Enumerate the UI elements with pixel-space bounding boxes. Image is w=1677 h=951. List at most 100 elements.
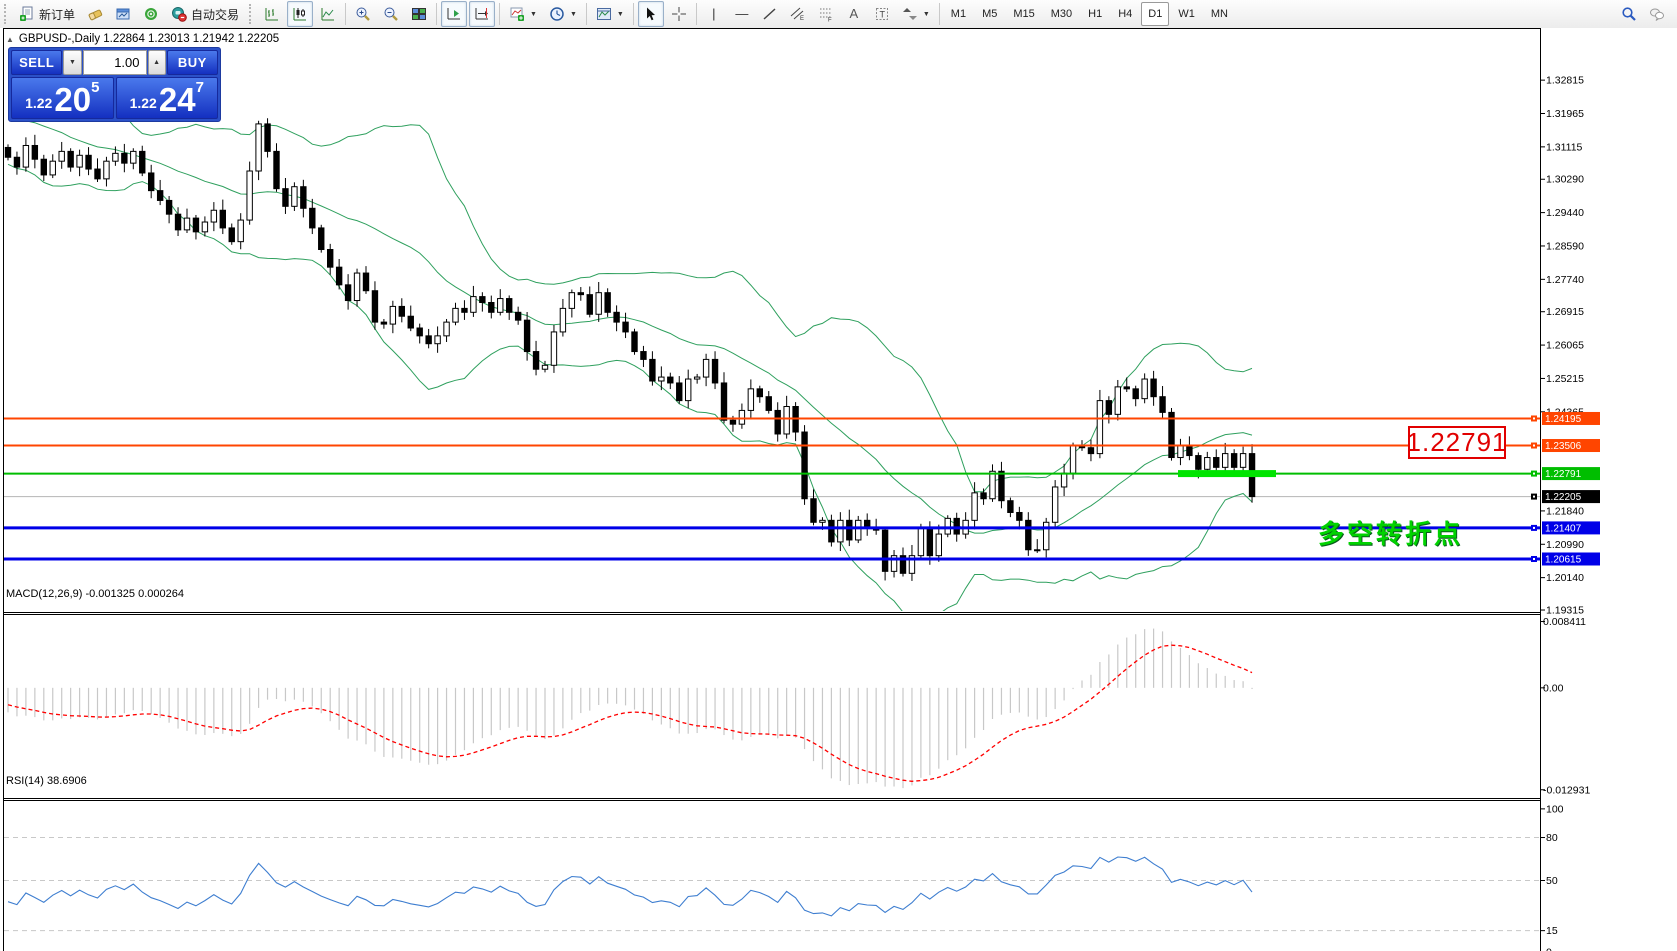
svg-text:1.28590: 1.28590	[1546, 240, 1584, 252]
one-click-trading-panel: SELL ▼ ▲ BUY 1.22 20 5 1.22 24 7	[8, 47, 221, 122]
fibonacci-button[interactable]: F	[813, 1, 839, 27]
svg-text:1.27740: 1.27740	[1546, 274, 1584, 286]
autotrading-button[interactable]: 自动交易	[166, 1, 244, 27]
chart-list-icon	[115, 6, 131, 22]
standard-group: 新订单 自动交易	[13, 1, 245, 27]
sell-price-pip: 5	[91, 79, 99, 96]
dropdown-icon: ▼	[617, 11, 624, 18]
timeframe-button-h4[interactable]: H4	[1111, 2, 1139, 26]
timeframe-button-mn[interactable]: MN	[1204, 2, 1235, 26]
zoom-in-button[interactable]	[350, 1, 376, 27]
trendline-button[interactable]	[757, 1, 783, 27]
svg-text:1.30290: 1.30290	[1546, 174, 1584, 186]
chart-shift-button[interactable]	[469, 1, 495, 27]
periods-button[interactable]: ▼	[544, 1, 582, 27]
line-chart-button[interactable]	[315, 1, 341, 27]
toolbar-grip[interactable]	[249, 4, 255, 24]
svg-text:80: 80	[1546, 832, 1558, 844]
macd-indicator-label: MACD(12,26,9) -0.001325 0.000264	[6, 588, 184, 600]
svg-text:F: F	[828, 18, 832, 23]
templates-icon	[596, 6, 612, 22]
svg-text:1.22791: 1.22791	[1545, 469, 1582, 480]
toolbar-grip[interactable]	[4, 4, 10, 24]
cursor-button[interactable]	[638, 1, 664, 27]
volume-input[interactable]	[83, 50, 147, 75]
svg-text:1.31965: 1.31965	[1546, 108, 1584, 120]
svg-text:1.20990: 1.20990	[1546, 539, 1584, 551]
timeframe-button-d1[interactable]: D1	[1141, 2, 1169, 26]
buy-price-prefix: 1.22	[130, 95, 157, 111]
sounds-button[interactable]	[138, 1, 164, 27]
timeframe-button-m30[interactable]: M30	[1044, 2, 1079, 26]
channel-icon: E	[790, 6, 806, 22]
bar-chart-icon	[264, 6, 280, 22]
equidistant-channel-button[interactable]: E	[785, 1, 811, 27]
svg-text:1.23506: 1.23506	[1545, 441, 1582, 452]
volume-up-button[interactable]: ▲	[148, 50, 166, 75]
timeframe-button-m15[interactable]: M15	[1006, 2, 1041, 26]
rsi-indicator-label: RSI(14) 38.6906	[6, 775, 87, 787]
text-label-button[interactable]: T	[869, 1, 895, 27]
timeframe-group: M1M5M15M30H1H4D1W1MN	[943, 1, 1236, 27]
svg-text:1.32815: 1.32815	[1546, 75, 1584, 87]
chat-button[interactable]	[1644, 1, 1670, 27]
new-chart-icon	[87, 6, 103, 22]
timeframe-button-m5[interactable]: M5	[975, 2, 1004, 26]
svg-text:0.008411: 0.008411	[1543, 616, 1586, 628]
text-button[interactable]: A	[841, 1, 867, 27]
svg-text:1.25215: 1.25215	[1546, 373, 1584, 385]
chart-shift-icon	[474, 6, 490, 22]
chat-icon	[1649, 6, 1665, 22]
svg-text:1.20615: 1.20615	[1545, 554, 1582, 565]
horizontal-line-button[interactable]: —	[729, 1, 755, 27]
zoom-group	[349, 1, 433, 27]
indicator-group: ▼ ▼	[503, 1, 583, 27]
search-button[interactable]	[1616, 1, 1642, 27]
toolbar-right	[1615, 1, 1671, 27]
crosshair-icon	[671, 6, 687, 22]
zoom-out-button[interactable]	[378, 1, 404, 27]
sell-price-big: 20	[54, 85, 91, 115]
new-order-label: 新订单	[39, 6, 75, 23]
sell-button[interactable]: SELL	[11, 50, 62, 75]
templates-button[interactable]: ▼	[591, 1, 629, 27]
arrows-button[interactable]: ▼	[897, 1, 935, 27]
vertical-line-button[interactable]: |	[701, 1, 727, 27]
bar-chart-button[interactable]	[259, 1, 285, 27]
new-order-icon	[19, 6, 35, 22]
svg-text:100: 100	[1546, 803, 1564, 815]
timeframe-button-w1[interactable]: W1	[1171, 2, 1202, 26]
new-chart-button[interactable]	[82, 1, 108, 27]
tile-windows-button[interactable]	[406, 1, 432, 27]
svg-text:1.31115: 1.31115	[1546, 141, 1583, 153]
buy-button[interactable]: BUY	[167, 50, 218, 75]
auto-scroll-button[interactable]	[441, 1, 467, 27]
sell-price-button[interactable]: 1.22 20 5	[11, 77, 114, 119]
sounds-icon	[143, 6, 159, 22]
buy-price-button[interactable]: 1.22 24 7	[116, 77, 219, 119]
chart-list-button[interactable]	[110, 1, 136, 27]
svg-text:1.21407: 1.21407	[1545, 523, 1582, 534]
toolbar: 新订单 自动交易	[0, 0, 1677, 29]
price-annotation-box[interactable]: 1.22791	[1408, 426, 1506, 459]
new-order-button[interactable]: 新订单	[14, 1, 80, 27]
candlestick-chart-button[interactable]	[287, 1, 313, 27]
tile-windows-icon	[411, 6, 427, 22]
volume-down-button[interactable]: ▼	[63, 50, 81, 75]
svg-text:0.00: 0.00	[1543, 682, 1564, 694]
svg-text:1.29440: 1.29440	[1546, 207, 1584, 219]
collapse-icon[interactable]: ▲	[6, 35, 14, 44]
svg-text:50: 50	[1546, 875, 1558, 887]
svg-text:1.19315: 1.19315	[1546, 605, 1584, 617]
dropdown-icon: ▼	[923, 11, 930, 18]
turning-point-annotation[interactable]: 多空转折点	[1318, 514, 1463, 551]
sell-price-prefix: 1.22	[25, 95, 52, 111]
autotrading-label: 自动交易	[191, 6, 239, 23]
crosshair-button[interactable]	[666, 1, 692, 27]
indicators-button[interactable]: ▼	[504, 1, 542, 27]
svg-text:15: 15	[1546, 925, 1558, 937]
price-chart-canvas[interactable]: 1.32815 1.31965 1.31115 1.30290 1.29440 1.285…	[0, 28, 1677, 951]
arrows-icon	[902, 6, 918, 22]
timeframe-button-h1[interactable]: H1	[1081, 2, 1109, 26]
timeframe-button-m1[interactable]: M1	[944, 2, 973, 26]
